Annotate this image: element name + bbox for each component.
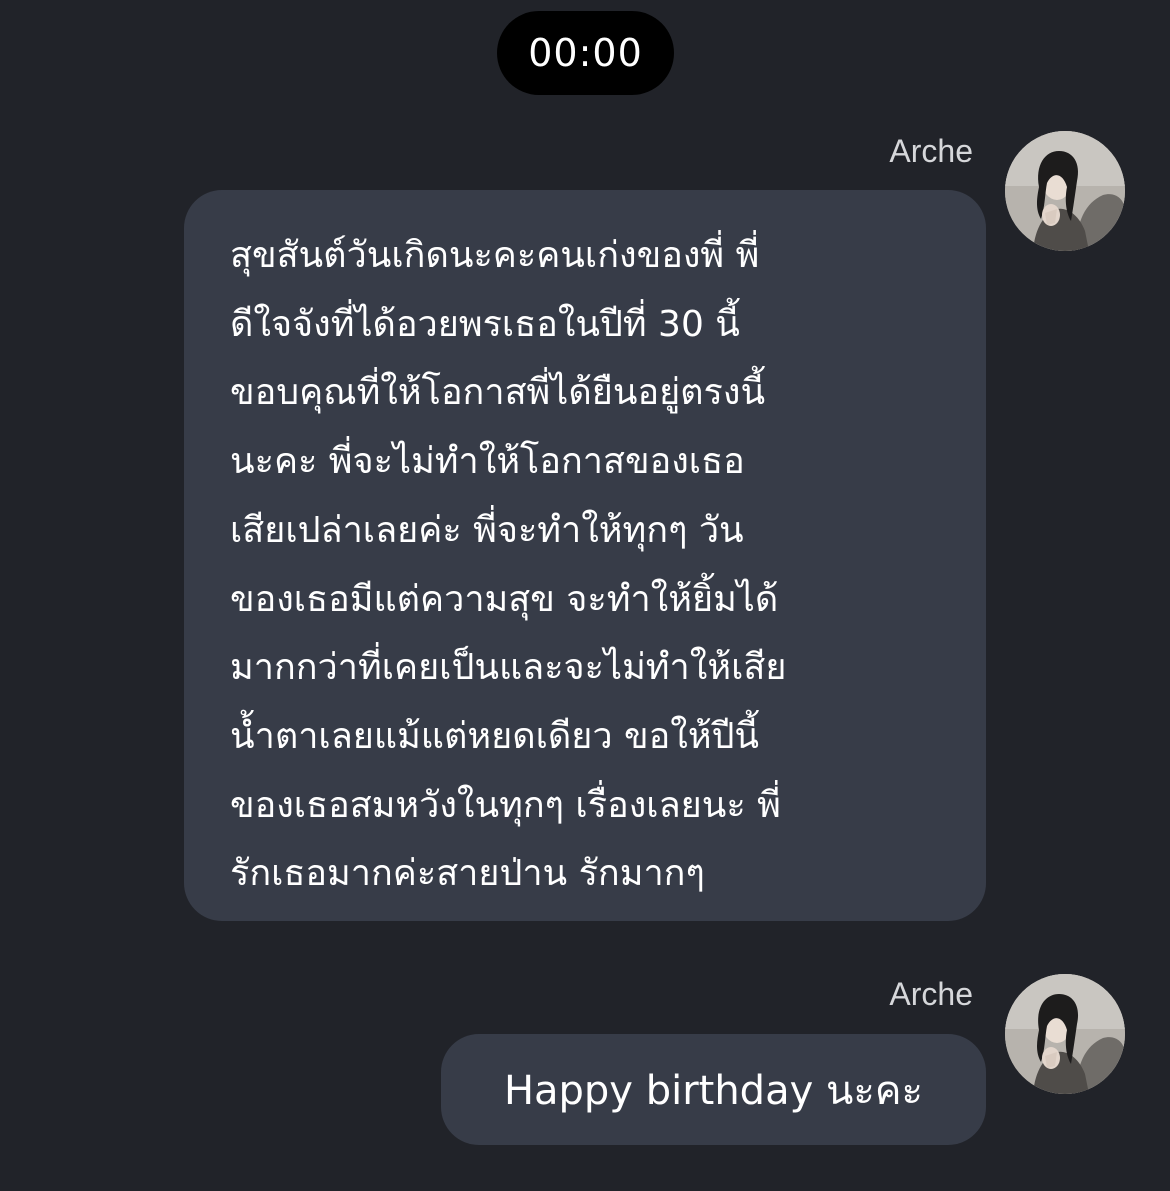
message-bubble[interactable]: Happy birthday นะคะ xyxy=(441,1034,986,1145)
avatar-photo-icon xyxy=(1005,131,1125,251)
time-marker: 00:00 xyxy=(497,11,674,95)
message-line: นะคะ พี่จะไม่ทำให้โอกาสของเธอ xyxy=(230,441,745,483)
message-line: เสียเปล่าเลยค่ะ พี่จะทำให้ทุกๆ วัน xyxy=(230,509,744,551)
sender-name: Arche xyxy=(889,133,973,169)
message-line: ขอบคุณที่ให้โอกาสพี่ได้ยืนอยู่ตรงนี้ xyxy=(230,372,766,414)
message-line: มากกว่าที่เคยเป็นและจะไม่ทำให้เสีย xyxy=(230,647,787,689)
message-line: รักเธอมากค่ะสายป่าน รักมากๆ xyxy=(230,853,705,895)
sender-avatar[interactable] xyxy=(1005,131,1125,251)
message-line: น้ำตาเลยแม้แต่หยดเดียว ขอให้ปีนี้ xyxy=(230,715,760,757)
message-line: ของเธอมีแต่ความสุข จะทำให้ยิ้มได้ xyxy=(230,578,779,620)
message-bubble[interactable]: สุขสันต์วันเกิดนะคะคนเก่งของพี่ พี่ ดีใจ… xyxy=(184,190,986,921)
message-line: สุขสันต์วันเกิดนะคะคนเก่งของพี่ พี่ xyxy=(230,235,760,276)
message-text: Happy birthday นะคะ xyxy=(503,1067,924,1114)
message-line: ของเธอสมหวังในทุกๆ เรื่องเลยนะ พี่ xyxy=(230,784,781,826)
sender-name: Arche xyxy=(889,976,973,1012)
avatar-photo-icon xyxy=(1005,974,1125,1094)
message-line: ดีใจจังที่ได้อวยพรเธอในปีที่ 30 นี้ xyxy=(230,303,740,345)
sender-avatar[interactable] xyxy=(1005,974,1125,1094)
